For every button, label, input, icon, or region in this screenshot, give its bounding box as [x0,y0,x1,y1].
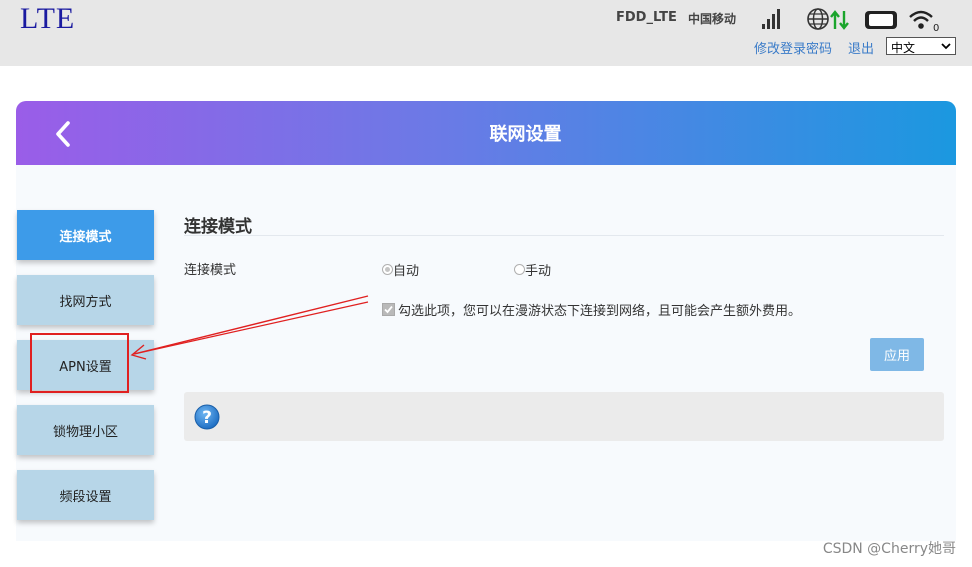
svg-text:0: 0 [933,23,939,32]
radio-auto[interactable]: 自动 [382,260,419,279]
network-type-label: FDD_LTE [616,10,677,25]
radio-manual-label: 手动 [525,264,552,279]
sidebar-item-lock-cell[interactable]: 锁物理小区 [17,405,154,455]
watermark: CSDN @Cherry她哥 [822,541,956,557]
logo: LTE [20,2,76,35]
data-arrows-icon [830,10,849,30]
globe-icon [807,8,829,30]
section-title: 连接模式 [184,217,252,237]
carrier-label: 中国移动 [688,12,737,26]
page-title: 联网设置 [489,124,562,145]
annotation-arrow [130,295,369,360]
sidebar-item-band[interactable]: 频段设置 [17,470,154,520]
battery-icon [865,11,897,29]
logout-link[interactable]: 退出 [848,38,874,57]
radio-manual[interactable]: 手动 [514,260,551,279]
signal-icon [762,9,780,29]
wifi-icon: 0 [909,10,939,32]
connection-mode-label: 连接模式 [184,263,237,278]
radio-auto-label: 自动 [393,264,420,279]
language-value: 中文 [891,41,916,55]
sidebar-item-connection-mode[interactable]: 连接模式 [17,210,154,260]
annotation-highlight-box [30,333,129,393]
section-divider [184,235,944,236]
radio-auto-indicator[interactable] [382,264,393,275]
check-icon [384,305,393,314]
language-select[interactable]: 中文 [886,37,956,55]
roaming-checkbox-row[interactable]: 勾选此项，您可以在漫游状态下连接到网络，且可能会产生额外费用。 [382,300,801,319]
roaming-checkbox[interactable] [382,303,395,316]
chevron-down-icon [941,43,951,50]
roaming-checkbox-label: 勾选此项，您可以在漫游状态下连接到网络，且可能会产生额外费用。 [398,304,802,319]
apply-button[interactable]: 应用 [870,338,924,371]
change-password-link[interactable]: 修改登录密码 [754,38,832,57]
svg-text:?: ? [202,408,212,428]
help-area [184,392,944,441]
radio-manual-indicator[interactable] [514,264,525,275]
question-mark-icon[interactable]: ? [194,404,220,430]
